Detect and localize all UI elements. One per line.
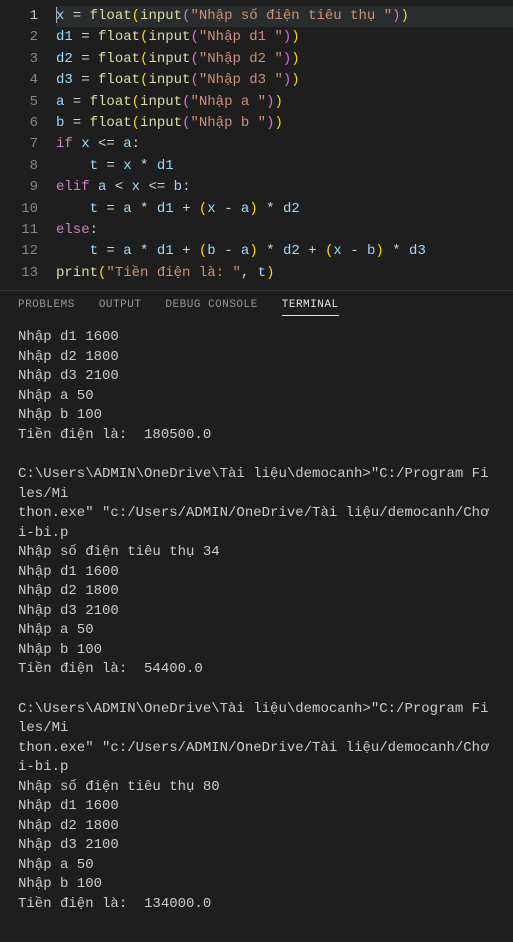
code-line[interactable]: if x <= a: [56,134,513,155]
tab-output[interactable]: OUTPUT [99,299,142,312]
code-line[interactable]: a = float(input("Nhập a ")) [56,92,513,113]
line-number: 13 [0,263,38,284]
line-number: 9 [0,177,38,198]
terminal-block: C:\Users\ADMIN\OneDrive\Tài liệu\democan… [18,465,495,680]
code-line[interactable]: d3 = float(input("Nhập d3 ")) [56,70,513,91]
code-line[interactable]: b = float(input("Nhập b ")) [56,113,513,134]
terminal-block: Nhập d1 1600 Nhập d2 1800 Nhập d3 2100 N… [18,328,495,445]
code-line[interactable]: elif a < x <= b: [56,177,513,198]
line-number: 3 [0,49,38,70]
terminal-block: C:\Users\ADMIN\OneDrive\Tài liệu\democan… [18,700,495,915]
line-number: 1 [0,6,38,27]
code-line[interactable]: x = float(input("Nhập số điện tiêu thụ "… [56,6,513,27]
tab-problems[interactable]: PROBLEMS [18,299,75,312]
code-line[interactable]: t = a * d1 + (x - a) * d2 [56,199,513,220]
panel-tabs: PROBLEMS OUTPUT DEBUG CONSOLE TERMINAL [0,291,513,320]
tab-debug[interactable]: DEBUG CONSOLE [165,299,257,312]
line-number: 5 [0,92,38,113]
bottom-panel: PROBLEMS OUTPUT DEBUG CONSOLE TERMINAL Nhập… [0,290,513,942]
line-number: 6 [0,113,38,134]
code-line[interactable]: d1 = float(input("Nhập d1 ")) [56,27,513,48]
code-area[interactable]: x = float(input("Nhập số điện tiêu thụ "… [56,0,513,290]
code-editor[interactable]: 12345678910111213 x = float(input("Nhập … [0,0,513,290]
line-number-gutter: 12345678910111213 [0,0,56,290]
line-number: 12 [0,241,38,262]
terminal-output[interactable]: Nhập d1 1600 Nhập d2 1800 Nhập d3 2100 N… [0,320,513,942]
line-number: 10 [0,199,38,220]
line-number: 11 [0,220,38,241]
line-number: 8 [0,156,38,177]
line-number: 7 [0,134,38,155]
code-line[interactable]: print("Tiền điện là: ", t) [56,263,513,284]
line-number: 2 [0,27,38,48]
code-line[interactable]: t = a * d1 + (b - a) * d2 + (x - b) * d3 [56,241,513,262]
code-line[interactable]: d2 = float(input("Nhập d2 ")) [56,49,513,70]
code-line[interactable]: else: [56,220,513,241]
tab-terminal[interactable]: TERMINAL [282,299,339,316]
line-number: 4 [0,70,38,91]
code-line[interactable]: t = x * d1 [56,156,513,177]
